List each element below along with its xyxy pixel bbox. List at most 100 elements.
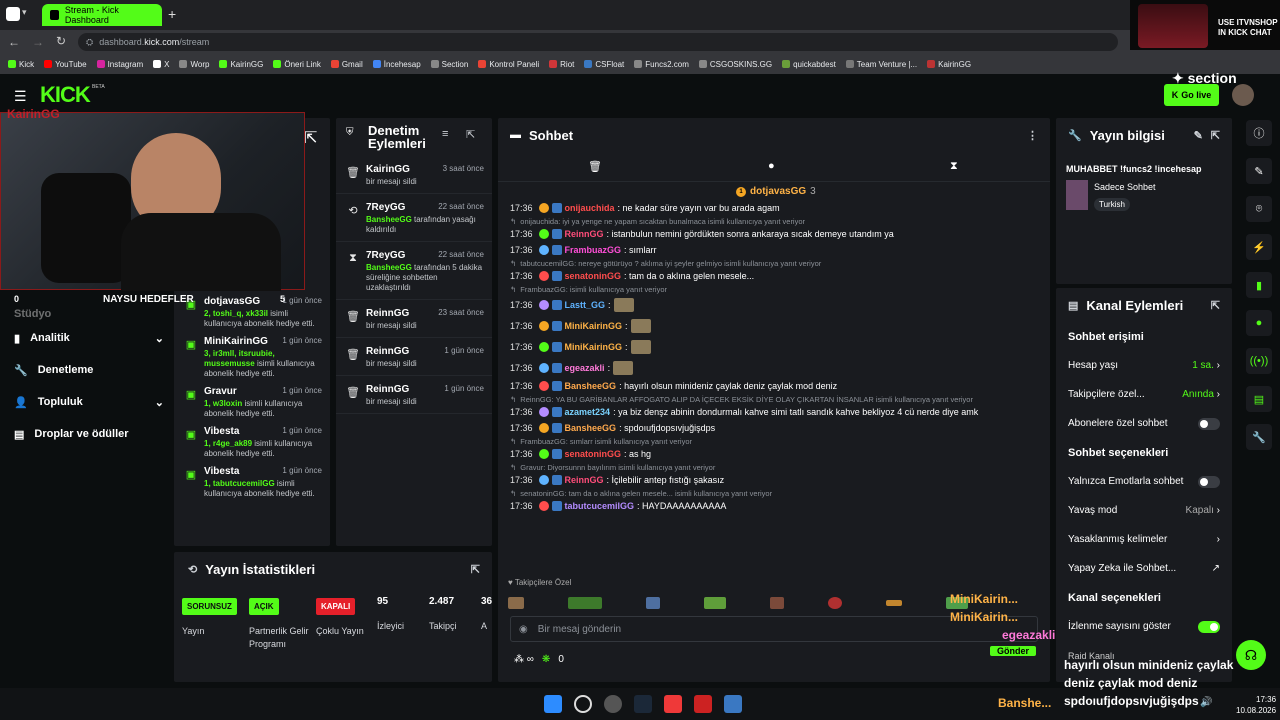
category-name[interactable]: Sadece Sohbet <box>1094 182 1156 192</box>
bookmark-item[interactable]: CSGOSKINS.GG <box>698 60 772 69</box>
moderation-item[interactable]: 🗑 KairinGG 3 saat önce bir mesajı sildi <box>336 156 492 194</box>
bookmark-item[interactable]: Instagram <box>96 60 143 69</box>
chat-username[interactable]: BansheeGG <box>565 423 617 433</box>
vivaldi-menu-icon[interactable] <box>6 7 20 21</box>
go-live-button[interactable]: K Go live <box>1164 84 1219 106</box>
popout-icon[interactable]: ⇱ <box>1211 129 1220 142</box>
chat-message[interactable]: 17:36 senatoninGG: as hg <box>498 446 1050 462</box>
banned-words-row[interactable]: Yasaklanmış kelimeler › <box>1056 525 1232 554</box>
chat-username[interactable]: MiniKairinGG <box>565 321 623 331</box>
kick-logo[interactable]: KICK <box>40 82 91 108</box>
bookmark-item[interactable]: YouTube <box>44 60 87 69</box>
reply-context[interactable]: ↰ FrambuazGG: isimli kullanıcıya yanıt ve… <box>498 284 1050 294</box>
ad-banner[interactable]: USE ITVNSHOP IN KICK CHAT <box>1130 0 1280 50</box>
popout-icon[interactable]: ⇱ <box>304 128 317 148</box>
event-item[interactable]: ▣ Vibesta 1 gün önce 1, r4ge_ak89 isimli ku… <box>174 422 330 462</box>
users-icon[interactable]: ⁂ ∞ <box>514 654 534 665</box>
chat-message[interactable]: 17:36 Lastt_GG: <box>498 294 1050 315</box>
account-age-row[interactable]: Hesap yaşı 1 sa. › <box>1056 351 1232 380</box>
chat-bubble-icon[interactable]: ● <box>1246 310 1272 336</box>
moderation-item[interactable]: 🗑 ReinnGG 1 gün önce bir mesajı sildi <box>336 376 492 414</box>
chat-username[interactable]: MiniKairinGG <box>565 342 623 352</box>
bookmark-item[interactable]: KairinGG <box>927 60 971 69</box>
wrench-icon[interactable]: 🔧 <box>1246 424 1272 450</box>
broadcast-icon[interactable]: ((•)) <box>1246 348 1272 374</box>
popout-icon[interactable]: ⇱ <box>466 128 475 141</box>
chat-username[interactable]: tabutcucemilGG <box>565 501 635 511</box>
bookmark-item[interactable]: Kick <box>8 60 34 69</box>
chat-message[interactable]: 17:36 MiniKairinGG: <box>498 315 1050 336</box>
info-icon[interactable]: ⓘ <box>1246 120 1272 146</box>
emote-only-row[interactable]: Yalnızca Emotlarla sohbet <box>1056 467 1232 496</box>
popout-icon[interactable]: ⇱ <box>1211 299 1220 312</box>
chat-message[interactable]: 17:36 BansheeGG: spdoıufjdopsıvjuğişdps <box>498 420 1050 436</box>
moderation-item[interactable]: 🗑 ReinnGG 23 saat önce bir mesajı sildi <box>336 300 492 338</box>
moderation-item[interactable]: ⟲ 7ReyGG 22 saat önce BansheeGG tarafından … <box>336 194 492 242</box>
show-count-row[interactable]: İzlenme sayısını göster <box>1056 612 1232 641</box>
reply-context[interactable]: ↰ ReinnGG: YA BU GARİBANLAR AFFOGATO ALIP… <box>498 394 1050 404</box>
chat-username[interactable]: ReinnGG <box>565 475 604 485</box>
chat-username[interactable]: Lastt_GG <box>565 300 606 310</box>
reply-context[interactable]: ↰ tabutcucemilGG: nereye götürüyo ? aklım… <box>498 258 1050 268</box>
event-item[interactable]: ▣ dotjavasGG 1 gün önce 2, toshi_q, xk33il … <box>174 292 330 332</box>
reply-context[interactable]: ↰ senatoninGG: tam da o aklına gelen mese… <box>498 488 1050 498</box>
search-icon[interactable] <box>574 695 592 713</box>
chat-username[interactable]: BansheeGG <box>565 381 617 391</box>
bookmark-item[interactable]: Kontrol Paneli <box>478 60 539 69</box>
subs-only-row[interactable]: Abonelere özel sohbet <box>1056 409 1232 438</box>
chat-message[interactable]: 17:36 FrambuazGG: sımlarr <box>498 242 1050 258</box>
bookmark-item[interactable]: CSFloat <box>584 60 624 69</box>
moderation-item[interactable]: ⧗ 7ReyGG 22 saat önce BansheeGG tarafından … <box>336 242 492 300</box>
kick-points-icon[interactable]: ❋ <box>542 654 550 665</box>
chat-message[interactable]: 17:36 tabutcucemilGG: HAYDAAAAAAAAAA <box>498 498 1050 514</box>
bookmark-item[interactable]: Öneri Link <box>273 60 321 69</box>
emote-only-toggle[interactable] <box>1198 475 1220 488</box>
chat-message[interactable]: 17:36 MiniKairinGG: <box>498 336 1050 357</box>
bookmark-item[interactable]: İncehesap <box>372 60 421 69</box>
bookmark-item[interactable]: Gmail <box>330 60 363 69</box>
chat-message[interactable]: 17:36 ReinnGG: istanbulun nemini gördükte… <box>498 226 1050 242</box>
event-item[interactable]: ▣ Vibesta 1 gün önce 1, tabutcucemilGG isim… <box>174 462 330 502</box>
hourglass-tab-icon[interactable]: ⧗ <box>950 160 958 173</box>
tab-stream-dashboard[interactable]: Stream - Kick Dashboard <box>42 4 162 26</box>
back-icon[interactable]: ← <box>8 35 20 49</box>
bookmark-item[interactable]: Team Venture |... <box>845 60 917 69</box>
forward-icon[interactable]: → <box>32 35 44 49</box>
more-options-icon[interactable]: ⋮ <box>1027 129 1038 142</box>
chat-tab-icon[interactable]: ● <box>768 160 775 172</box>
chat-username[interactable]: ReinnGG <box>565 229 604 239</box>
sidebar-item-community[interactable]: 👤 Topluluk ⌄ <box>14 386 164 418</box>
event-item[interactable]: ▣ Gravur 1 gün önce 1, w3loxin isimli kulla… <box>174 382 330 422</box>
camera-icon[interactable]: ⌾ <box>1246 196 1272 222</box>
chat-username[interactable]: senatoninGG <box>565 271 622 281</box>
reply-context[interactable]: ↰ Gravur: Diyorsunnn bayılırım isimli kul… <box>498 462 1050 472</box>
chat-username[interactable]: onijauchida <box>565 203 615 213</box>
site-info-icon[interactable]: ⛭ <box>86 37 93 48</box>
bookmark-item[interactable]: quickabdest <box>782 60 836 69</box>
bookmark-item[interactable]: KairinGG <box>219 60 263 69</box>
chat-username[interactable]: egeazakli <box>565 363 605 373</box>
sidebar-item-drops[interactable]: ▤ Droplar ve ödüller <box>14 418 164 450</box>
tools-icon[interactable]: ▤ <box>1246 386 1272 412</box>
edit-icon[interactable]: ✎ <box>1246 158 1272 184</box>
popout-icon[interactable]: ⇱ <box>471 563 480 576</box>
chat-username[interactable]: FrambuazGG <box>565 245 622 255</box>
sidebar-item-moderation[interactable]: 🔧 Denetleme <box>14 354 164 386</box>
chevron-down-icon[interactable]: ▾ <box>22 7 27 18</box>
hamburger-menu-icon[interactable]: ☰ <box>14 88 27 105</box>
chat-username[interactable]: azamet234 <box>565 407 611 417</box>
clipboard-icon[interactable]: ▮ <box>1246 272 1272 298</box>
url-field[interactable]: ⛭ dashboard. kick.com/stream <box>78 33 1118 51</box>
chat-message[interactable]: 17:36 onijauchida: ne kadar süre yayın va… <box>498 200 1050 216</box>
riot-icon[interactable] <box>694 695 712 713</box>
reload-icon[interactable]: ↻ <box>56 34 66 48</box>
bookmark-item[interactable]: Worp <box>179 60 209 69</box>
network-app-icon[interactable] <box>724 695 742 713</box>
slow-mode-row[interactable]: Yavaş mod Kapalı › <box>1056 496 1232 525</box>
event-item[interactable]: ▣ MiniKairinGG 1 gün önce 3, ir3mll, itsruu… <box>174 332 330 382</box>
bookmark-item[interactable]: Funcs2.com <box>634 60 689 69</box>
chat-username[interactable]: senatoninGG <box>565 449 622 459</box>
edit-icon[interactable]: ✎ <box>1194 129 1203 142</box>
avatar[interactable] <box>1232 84 1254 106</box>
bookmark-item[interactable]: X <box>153 60 169 69</box>
